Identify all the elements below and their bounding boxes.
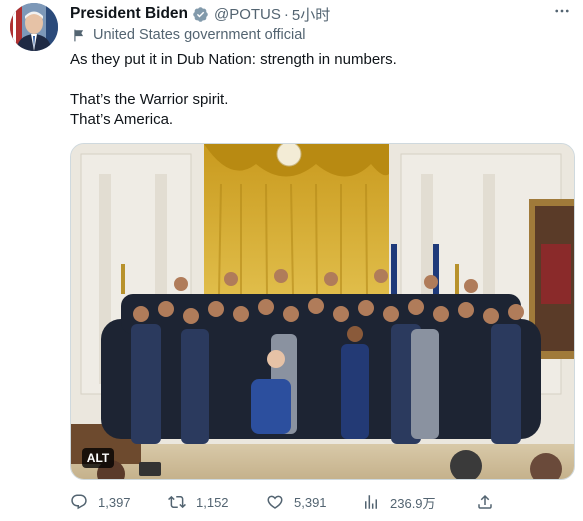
tweet-timestamp[interactable]: 5小时	[292, 4, 330, 25]
avatar[interactable]	[10, 3, 58, 51]
alt-text-button[interactable]: ALT	[82, 448, 114, 468]
reply-count: 1,397	[98, 494, 131, 510]
author-name[interactable]: President Biden	[70, 5, 188, 23]
tweet-text-line: That’s America.	[70, 111, 174, 128]
tweet-text-line: As they put it in Dub Nation: strength i…	[70, 51, 397, 68]
tweet-text: As they put it in Dub Nation: strength i…	[70, 50, 571, 130]
tweet-text-line: That’s the Warrior spirit.	[70, 91, 229, 108]
like-button[interactable]: 5,391	[266, 493, 327, 511]
tweet-media-photo[interactable]	[70, 143, 575, 480]
tweet-header: President Biden @POTUS · 5小时	[70, 4, 573, 24]
retweet-icon	[168, 495, 186, 509]
separator-dot: ·	[283, 5, 289, 23]
heart-icon	[267, 495, 283, 509]
views-count: 236.9万	[390, 495, 436, 511]
more-options-icon[interactable]	[553, 2, 571, 25]
share-icon	[478, 494, 492, 509]
share-button[interactable]	[476, 493, 504, 511]
verified-badge-icon	[193, 6, 208, 22]
avatar-photo	[10, 3, 58, 51]
account-label[interactable]: United States government official	[72, 27, 306, 43]
flag-icon	[74, 29, 84, 41]
retweet-button[interactable]: 1,152	[168, 493, 229, 511]
reply-button[interactable]: 1,397	[70, 493, 131, 511]
like-count: 5,391	[294, 494, 327, 510]
account-label-text: United States government official	[93, 27, 306, 43]
group-photo-image	[71, 144, 574, 479]
reply-icon	[71, 494, 87, 510]
analytics-icon	[365, 495, 377, 509]
tweet-action-bar: 1,397 1,152 5,391 236.9万	[70, 490, 500, 514]
author-handle[interactable]: @POTUS	[214, 6, 281, 23]
views-button[interactable]: 236.9万	[362, 493, 436, 512]
retweet-count: 1,152	[196, 494, 229, 510]
